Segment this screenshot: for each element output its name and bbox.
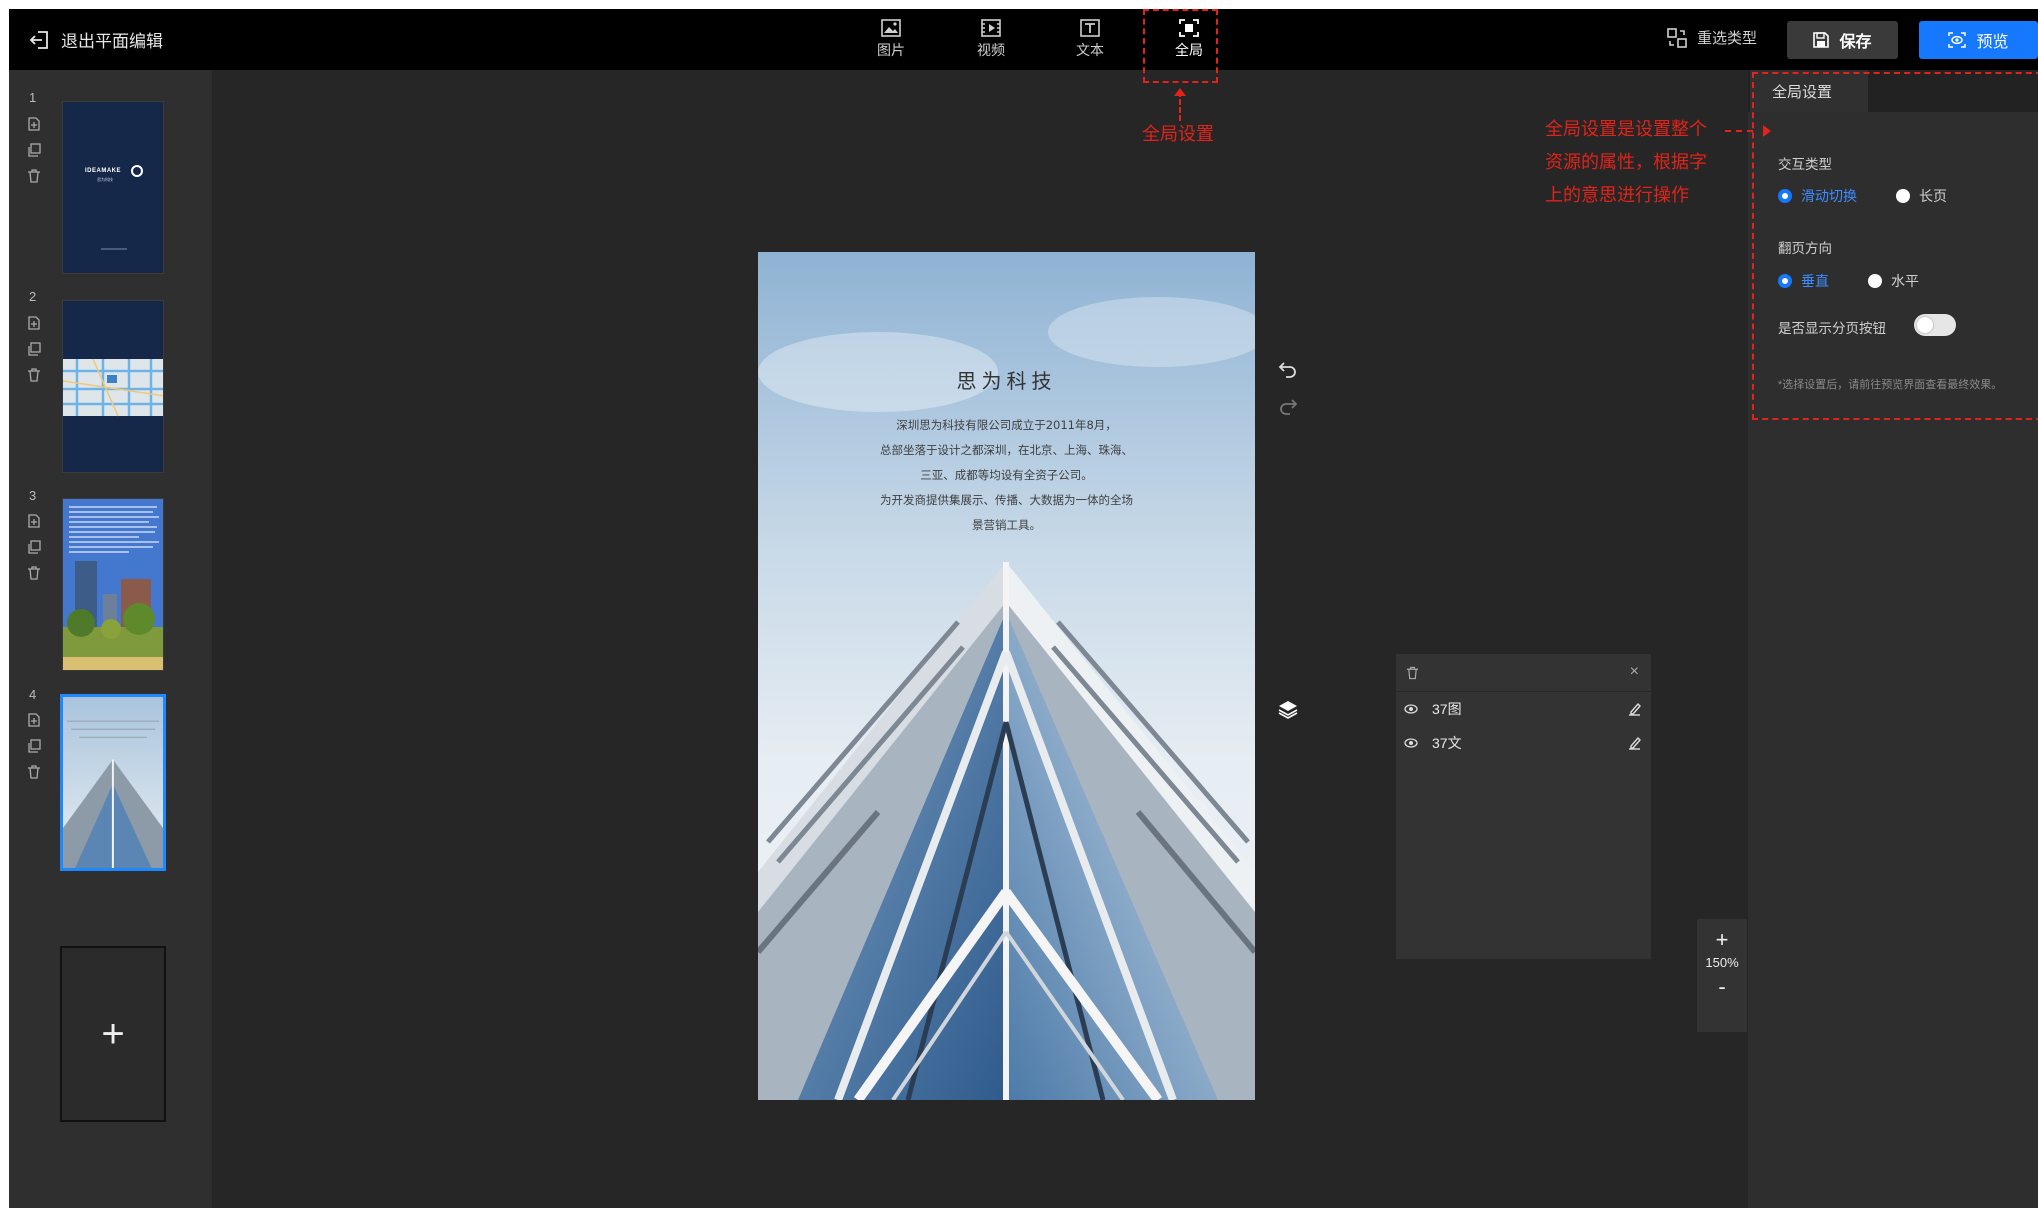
copy-page-icon[interactable] <box>27 342 41 356</box>
redo-icon[interactable] <box>1278 397 1298 415</box>
text-icon <box>1080 19 1100 37</box>
page-thumbnail-4[interactable] <box>60 694 166 871</box>
page-thumbnail-1[interactable]: IDEAMAKE 思为科技 <box>62 101 164 274</box>
page-number: 3 <box>29 488 37 503</box>
canvas-text-line: 三亚、成都等均设有全资子公司。 <box>920 468 1093 482</box>
layers-close-button[interactable]: × <box>1630 663 1639 681</box>
delete-page-icon[interactable] <box>27 368 41 382</box>
layer-name: 37图 <box>1432 701 1462 717</box>
tool-video-button[interactable]: 视频 <box>961 19 1021 60</box>
add-page-icon[interactable] <box>27 514 41 528</box>
copy-page-icon[interactable] <box>27 739 41 753</box>
canvas-page[interactable]: 思为科技 深圳思为科技有限公司成立于2011年8月， 总部坐落于设计之都深圳，在… <box>758 252 1255 1100</box>
thumb-map-image <box>63 358 163 417</box>
top-toolbar: 退出平面编辑 图片 视频 文本 全局 重选类型 保存 预览 <box>9 9 2038 70</box>
add-page-icon[interactable] <box>27 117 41 131</box>
page-number: 2 <box>29 289 37 304</box>
delete-page-icon[interactable] <box>27 566 41 580</box>
annotation-note-line: 资源的属性，根据字 <box>1545 152 1707 172</box>
canvas-text-line: 为开发商提供集展示、传播、大数据为一体的全场 <box>880 493 1133 507</box>
tool-image-label: 图片 <box>877 42 905 58</box>
layer-name: 37文 <box>1432 735 1462 751</box>
canvas-text-line: 深圳思为科技有限公司成立于2011年8月， <box>896 418 1117 432</box>
annotation-note-line: 全局设置是设置整个 <box>1545 119 1707 139</box>
edit-layer-icon[interactable] <box>1628 736 1641 750</box>
annotation-panel-box <box>1752 72 2038 420</box>
undo-icon[interactable] <box>1278 360 1298 378</box>
page-number: 1 <box>29 90 37 105</box>
page-number: 4 <box>29 687 37 702</box>
page-sidebar: 1 IDEAMAKE 思为科技 2 3 4 + <box>9 70 212 1208</box>
tool-text-button[interactable]: 文本 <box>1060 19 1120 60</box>
add-page-plus: + <box>101 1011 125 1056</box>
edit-layer-icon[interactable] <box>1628 702 1641 716</box>
layer-row[interactable]: 37图 <box>1396 692 1651 726</box>
zoom-in-button[interactable]: + <box>1697 927 1747 953</box>
eye-icon[interactable] <box>1404 738 1418 748</box>
save-label: 保存 <box>1839 34 1872 51</box>
editor-app: 退出平面编辑 图片 视频 文本 全局 重选类型 保存 预览 1 IDEAMAKE… <box>9 9 2038 1208</box>
zoom-out-button[interactable]: - <box>1697 974 1747 1000</box>
copy-page-icon[interactable] <box>27 143 41 157</box>
image-icon <box>881 19 901 37</box>
page-thumbnail-3[interactable] <box>62 498 164 671</box>
retype-button[interactable]: 重选类型 <box>1667 27 1757 48</box>
thumb-logo-text: IDEAMAKE <box>85 168 122 174</box>
zoom-level: 150% <box>1705 955 1739 970</box>
delete-layer-icon[interactable] <box>1406 666 1419 680</box>
canvas-body-text[interactable]: 深圳思为科技有限公司成立于2011年8月， 总部坐落于设计之都深圳，在北京、上海… <box>758 413 1255 538</box>
exit-editor-label: 退出平面编辑 <box>61 32 163 51</box>
preview-icon <box>1948 32 1967 48</box>
annotation-arrow-head <box>1174 88 1186 96</box>
retype-label: 重选类型 <box>1697 30 1758 47</box>
exit-editor-button[interactable]: 退出平面编辑 <box>29 27 163 52</box>
canvas-text-line: 景营销工具。 <box>972 518 1041 532</box>
add-page-icon[interactable] <box>27 316 41 330</box>
canvas-text-line: 总部坐落于设计之都深圳，在北京、上海、珠海、 <box>880 443 1133 457</box>
tool-image-button[interactable]: 图片 <box>861 19 921 60</box>
thumb-building-image <box>63 697 163 868</box>
canvas-title[interactable]: 思为科技 <box>758 365 1255 394</box>
preview-label: 预览 <box>1976 34 2009 51</box>
tool-video-label: 视频 <box>977 42 1005 58</box>
annotation-note-line: 上的意思进行操作 <box>1545 185 1689 205</box>
layer-row[interactable]: 37文 <box>1396 726 1651 760</box>
delete-page-icon[interactable] <box>27 169 41 183</box>
save-icon <box>1813 32 1830 48</box>
video-icon <box>981 19 1001 37</box>
copy-page-icon[interactable] <box>27 540 41 554</box>
thumb-logo-mark <box>131 165 143 177</box>
page-thumbnail-2[interactable] <box>62 300 164 473</box>
annotation-panel-line <box>1725 130 1753 132</box>
exit-icon <box>29 30 48 49</box>
preview-button[interactable]: 预览 <box>1919 21 2038 59</box>
tool-text-label: 文本 <box>1076 42 1104 58</box>
add-page-icon[interactable] <box>27 713 41 727</box>
save-button[interactable]: 保存 <box>1787 21 1898 59</box>
layers-icon[interactable] <box>1278 699 1298 719</box>
delete-page-icon[interactable] <box>27 765 41 779</box>
thumb-logo-subtext: 思为科技 <box>97 177 113 182</box>
annotation-global-caption: 全局设置 <box>1142 124 1214 144</box>
annotation-global-box <box>1143 9 1218 83</box>
annotation-panel-arrow <box>1763 125 1771 137</box>
zoom-control: + 150% - <box>1697 919 1747 1032</box>
add-page-button[interactable]: + <box>60 946 166 1122</box>
layers-panel: × 37图 37文 <box>1396 654 1651 959</box>
switch-type-icon <box>1667 27 1687 48</box>
annotation-panel-note: 全局设置是设置整个 资源的属性，根据字 上的意思进行操作 <box>1545 113 1707 212</box>
layers-panel-header: × <box>1396 654 1651 692</box>
eye-icon[interactable] <box>1404 704 1418 714</box>
thumb-city-image <box>63 499 163 670</box>
